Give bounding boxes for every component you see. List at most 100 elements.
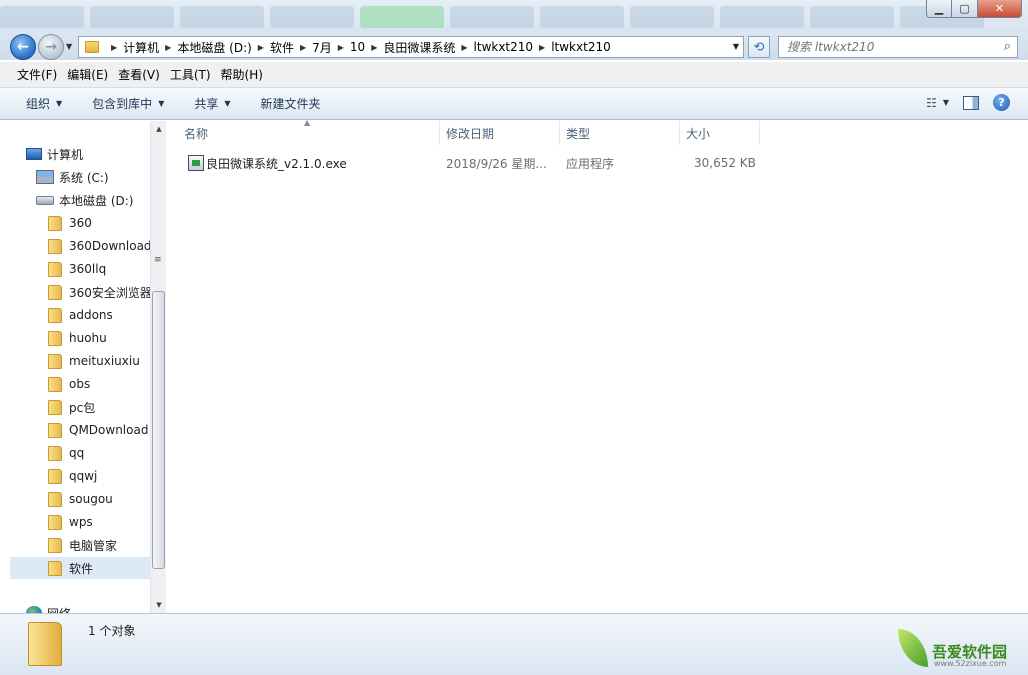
scrollbar-thumb[interactable] (152, 291, 165, 569)
nav-item-drive-d[interactable]: 本地磁盘 (D:) (36, 189, 133, 211)
menu-tools[interactable]: 工具(T) (165, 66, 216, 83)
address-history-dropdown[interactable]: ▼ (733, 42, 739, 51)
chevron-right-icon[interactable]: ▶ (105, 43, 123, 52)
leaf-logo-icon (898, 629, 928, 667)
large-folder-icon (28, 622, 62, 666)
column-header-type[interactable]: 类型 (560, 121, 680, 145)
preview-pane-icon[interactable] (963, 95, 979, 110)
breadcrumb-10[interactable]: 10 (350, 40, 365, 54)
search-box: ⌕ (778, 36, 1018, 58)
folder-icon (48, 560, 62, 576)
chevron-right-icon[interactable]: ▶ (455, 43, 473, 52)
breadcrumb-liangtian[interactable]: 良田微课系统 (383, 39, 455, 56)
chevron-right-icon[interactable]: ▶ (159, 43, 177, 52)
share-label: 共享 (194, 97, 219, 111)
address-bar[interactable]: ▶ 计算机 ▶ 本地磁盘 (D:) ▶ 软件 ▶ 7月 ▶ 10 ▶ 良田微课系统 ▶ ltw… (78, 36, 744, 58)
chevron-right-icon[interactable]: ▶ (332, 43, 350, 52)
nav-label: addons (69, 308, 113, 322)
organize-button[interactable]: 组织 ▼ (20, 95, 74, 112)
breadcrumb-drive-d[interactable]: 本地磁盘 (D:) (177, 39, 251, 56)
nav-item-folder[interactable]: addons (48, 304, 113, 326)
minimize-button[interactable]: ▁ (926, 0, 952, 18)
back-button[interactable]: ← (10, 34, 36, 60)
chevron-down-icon: ▼ (224, 99, 231, 108)
file-size: 30,652 KB (694, 156, 756, 170)
nav-item-folder[interactable]: qqwj (48, 465, 97, 487)
file-row[interactable]: 良田微课系统_v2.1.0.exe 2018/9/26 星期... 应用程序 3… (180, 152, 760, 174)
nav-item-folder[interactable]: huohu (48, 327, 107, 349)
organize-label: 组织 (26, 97, 51, 111)
menu-edit[interactable]: 编辑(E) (62, 66, 113, 83)
maximize-button[interactable]: ▢ (952, 0, 978, 18)
nav-item-folder[interactable]: meituxiuxiu (48, 350, 140, 372)
close-button[interactable]: ✕ (978, 0, 1022, 18)
change-view-button[interactable]: ☷ (926, 96, 937, 110)
nav-item-folder[interactable]: wps (48, 511, 93, 533)
menu-file[interactable]: 文件(F) (12, 66, 62, 83)
nav-label: 360安全浏览器 (69, 285, 152, 300)
new-folder-label: 新建文件夹 (260, 97, 321, 111)
nav-item-folder-selected[interactable]: 软件 (10, 557, 150, 579)
chevron-down-icon: ▼ (158, 99, 165, 108)
nav-item-network[interactable]: 网络 (26, 602, 71, 613)
nav-item-folder[interactable]: 360llq (48, 258, 106, 280)
scroll-down-arrow-icon[interactable]: ▼ (151, 597, 167, 613)
nav-item-computer[interactable]: 计算机 (26, 143, 83, 165)
menu-help[interactable]: 帮助(H) (216, 66, 268, 83)
file-type: 应用程序 (566, 156, 615, 171)
forward-button[interactable]: → (38, 34, 64, 60)
breadcrumb-ltwkxt210-current[interactable]: ltwkxt210 (551, 40, 611, 54)
nav-label: huohu (69, 331, 107, 345)
address-row: ← → ▼ ▶ 计算机 ▶ 本地磁盘 (D:) ▶ 软件 ▶ 7月 ▶ 10 ▶ 良田微课系… (0, 32, 1028, 60)
nav-item-folder[interactable]: 360安全浏览器 (48, 281, 152, 303)
nav-label: wps (69, 515, 93, 529)
new-folder-button[interactable]: 新建文件夹 (255, 95, 333, 112)
include-in-library-button[interactable]: 包含到库中 ▼ (86, 95, 176, 112)
nav-label: 360 (69, 216, 92, 230)
nav-item-folder[interactable]: qq (48, 442, 84, 464)
watermark-logo: 吾爱软件园 www.52zixue.com (898, 617, 1022, 671)
chevron-right-icon[interactable]: ▶ (365, 43, 383, 52)
search-icon[interactable]: ⌕ (1004, 39, 1011, 54)
breadcrumb-software[interactable]: 软件 (270, 39, 294, 56)
background-taskbar-blur (0, 6, 984, 28)
nav-item-drive-c[interactable]: 系统 (C:) (36, 166, 109, 188)
nav-scrollbar[interactable]: ▲ ≡ ▼ (150, 121, 166, 613)
view-options-dropdown[interactable]: ▼ (943, 98, 949, 107)
folder-icon (48, 307, 62, 323)
menu-view[interactable]: 查看(V) (113, 66, 165, 83)
folder-icon (48, 376, 62, 392)
title-bar: ▁ ▢ ✕ (0, 0, 1028, 34)
folder-icon (48, 468, 62, 484)
nav-item-folder[interactable]: sougou (48, 488, 113, 510)
column-header-size[interactable]: 大小 (680, 121, 760, 145)
breadcrumb-ltwkxt210[interactable]: ltwkxt210 (474, 40, 534, 54)
refresh-icon: ⟲ (753, 39, 765, 55)
chevron-right-icon[interactable]: ▶ (533, 43, 551, 52)
column-header-name[interactable]: 名称 (178, 121, 440, 145)
nav-item-folder[interactable]: QMDownload (48, 419, 148, 441)
share-button[interactable]: 共享 ▼ (188, 95, 242, 112)
back-arrow-icon: ← (17, 39, 29, 55)
scroll-up-arrow-icon[interactable]: ▲ (151, 121, 167, 137)
folder-icon (48, 284, 62, 300)
help-icon[interactable]: ? (993, 94, 1010, 111)
nav-item-folder[interactable]: obs (48, 373, 90, 395)
search-input[interactable] (779, 37, 989, 57)
recent-pages-dropdown[interactable]: ▼ (66, 42, 72, 51)
folder-icon (48, 537, 62, 553)
nav-label: qqwj (69, 469, 98, 483)
breadcrumb-july[interactable]: 7月 (312, 39, 332, 56)
breadcrumb-computer[interactable]: 计算机 (123, 39, 159, 56)
nav-item-folder[interactable]: pc包 (48, 396, 95, 418)
column-header-modified[interactable]: 修改日期 (440, 121, 560, 145)
folder-icon (48, 445, 62, 461)
nav-item-folder[interactable]: 360Download (48, 235, 152, 257)
chevron-right-icon[interactable]: ▶ (252, 43, 270, 52)
folder-icon (48, 353, 62, 369)
refresh-button[interactable]: ⟲ (748, 36, 770, 58)
nav-item-folder[interactable]: 360 (48, 212, 92, 234)
nav-item-folder[interactable]: 电脑管家 (48, 534, 117, 556)
file-name: 良田微课系统_v2.1.0.exe (206, 156, 347, 171)
chevron-right-icon[interactable]: ▶ (294, 43, 312, 52)
